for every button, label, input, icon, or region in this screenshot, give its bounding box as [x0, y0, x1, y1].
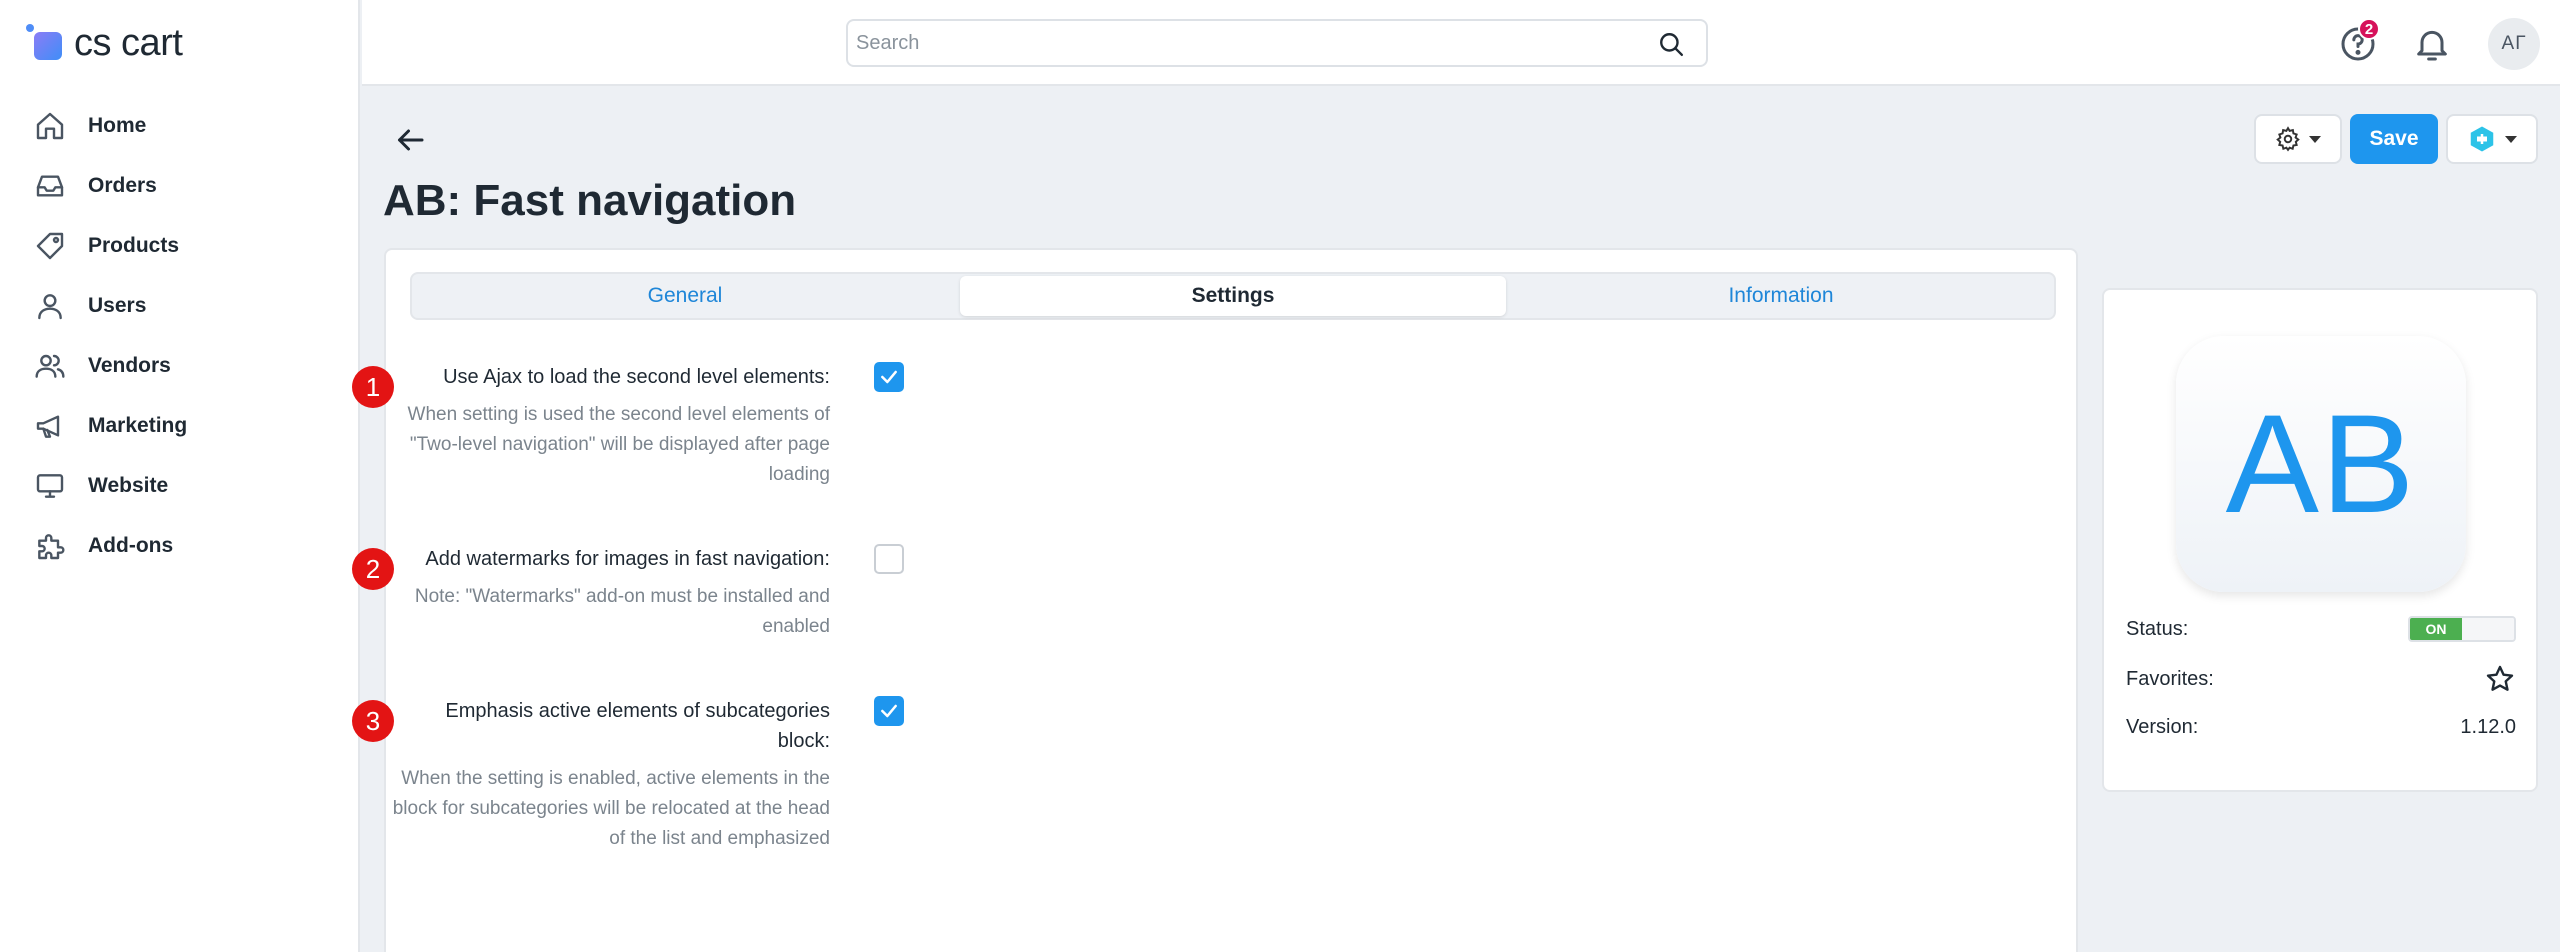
setting-label: Emphasis active elements of subcategorie… [445, 700, 830, 752]
star-icon[interactable] [2484, 663, 2516, 695]
setting-description: When the setting is enabled, active elem… [392, 768, 830, 849]
emphasis-active-checkbox[interactable] [874, 696, 904, 726]
bell-icon[interactable] [2412, 24, 2452, 64]
settings-card: General Settings Information 1 Use Ajax … [352, 248, 2078, 952]
sidebar-item-label: Products [88, 234, 180, 257]
home-icon [36, 112, 64, 140]
sidebar-item-label: Home [88, 114, 147, 137]
setting-description: Note: "Watermarks" add-on must be instal… [414, 586, 830, 637]
tab-information[interactable]: Information [1508, 274, 2054, 318]
sidebar-item-label: Website [88, 474, 169, 497]
sidebar-item-orders[interactable]: Orders [0, 156, 358, 216]
sidebar-item-label: Add-ons [88, 534, 174, 557]
chevron-down-icon [2309, 135, 2321, 143]
sidebar-item-label: Users [88, 294, 147, 317]
status-toggle[interactable]: ON [2408, 616, 2516, 642]
addon-logo: AB [2176, 336, 2466, 592]
step-marker: 3 [352, 700, 394, 742]
sidebar-item-home[interactable]: Home [0, 96, 358, 156]
version-label: Version: [2126, 715, 2199, 738]
sidebar-item-vendors[interactable]: Vendors [0, 336, 358, 396]
back-arrow-icon[interactable] [392, 122, 428, 158]
check-icon [881, 704, 897, 718]
logo[interactable]: cs cart [26, 18, 183, 68]
puzzle-icon [38, 534, 65, 560]
sidebar-item-marketing[interactable]: Marketing [0, 396, 358, 456]
chevron-down-icon [2505, 135, 2517, 143]
inbox-icon [36, 175, 64, 197]
help-badge: 2 [2358, 18, 2380, 40]
version-value: 1.12.0 [2460, 715, 2516, 738]
version-row: Version: 1.12.0 [2126, 712, 2516, 742]
status-value: ON [2410, 618, 2462, 640]
setting-description: When setting is used the second level el… [407, 404, 830, 485]
favorites-row: Favorites: [2126, 664, 2516, 694]
watermarks-checkbox[interactable] [874, 544, 904, 574]
logo-icon [26, 24, 64, 62]
tab-settings[interactable]: Settings [960, 276, 1506, 316]
users-icon [35, 354, 65, 378]
tabs: General Settings Information [410, 272, 2056, 320]
user-icon [38, 294, 62, 320]
tab-general[interactable]: General [412, 274, 958, 318]
logo-text: cs cart [74, 21, 183, 64]
topbar: 2 АГ [362, 0, 2560, 86]
addon-dropdown-button[interactable] [2446, 114, 2538, 164]
sidebar-item-label: Orders [88, 174, 157, 197]
setting-label: Use Ajax to load the second level elemen… [443, 366, 830, 388]
page-title: AB: Fast navigation [383, 176, 797, 225]
tag-icon [36, 232, 64, 260]
search-box [846, 19, 1708, 67]
sidebar-item-products[interactable]: Products [0, 216, 358, 276]
search-input[interactable] [856, 27, 1636, 59]
avatar[interactable]: АГ [2488, 18, 2540, 70]
addon-hexagon-icon [2470, 126, 2494, 152]
sidebar: cs cart Home Orders Products Users Vendo… [0, 0, 360, 952]
sidebar-item-label: Marketing [88, 414, 188, 437]
monitor-icon [36, 474, 64, 498]
sidebar-item-label: Vendors [88, 354, 171, 377]
search-icon[interactable] [1658, 31, 1684, 57]
ajax-second-level-checkbox[interactable] [874, 362, 904, 392]
status-label: Status: [2126, 617, 2189, 640]
save-button[interactable]: Save [2350, 114, 2438, 164]
status-row: Status: ON [2126, 614, 2516, 644]
addon-info-card: AB Status: ON Favorites: Version: 1.12.0 [2102, 288, 2538, 792]
settings-dropdown-button[interactable] [2254, 114, 2342, 164]
sidebar-nav: Home Orders Products Users Vendors Marke… [0, 96, 358, 576]
setting-label: Add watermarks for images in fast naviga… [425, 548, 830, 570]
sidebar-item-add-ons[interactable]: Add-ons [0, 516, 358, 576]
megaphone-icon [36, 415, 60, 438]
sidebar-item-website[interactable]: Website [0, 456, 358, 516]
favorites-label: Favorites: [2126, 667, 2214, 690]
sidebar-item-users[interactable]: Users [0, 276, 358, 336]
gear-icon [2276, 126, 2300, 152]
check-icon [881, 370, 897, 384]
